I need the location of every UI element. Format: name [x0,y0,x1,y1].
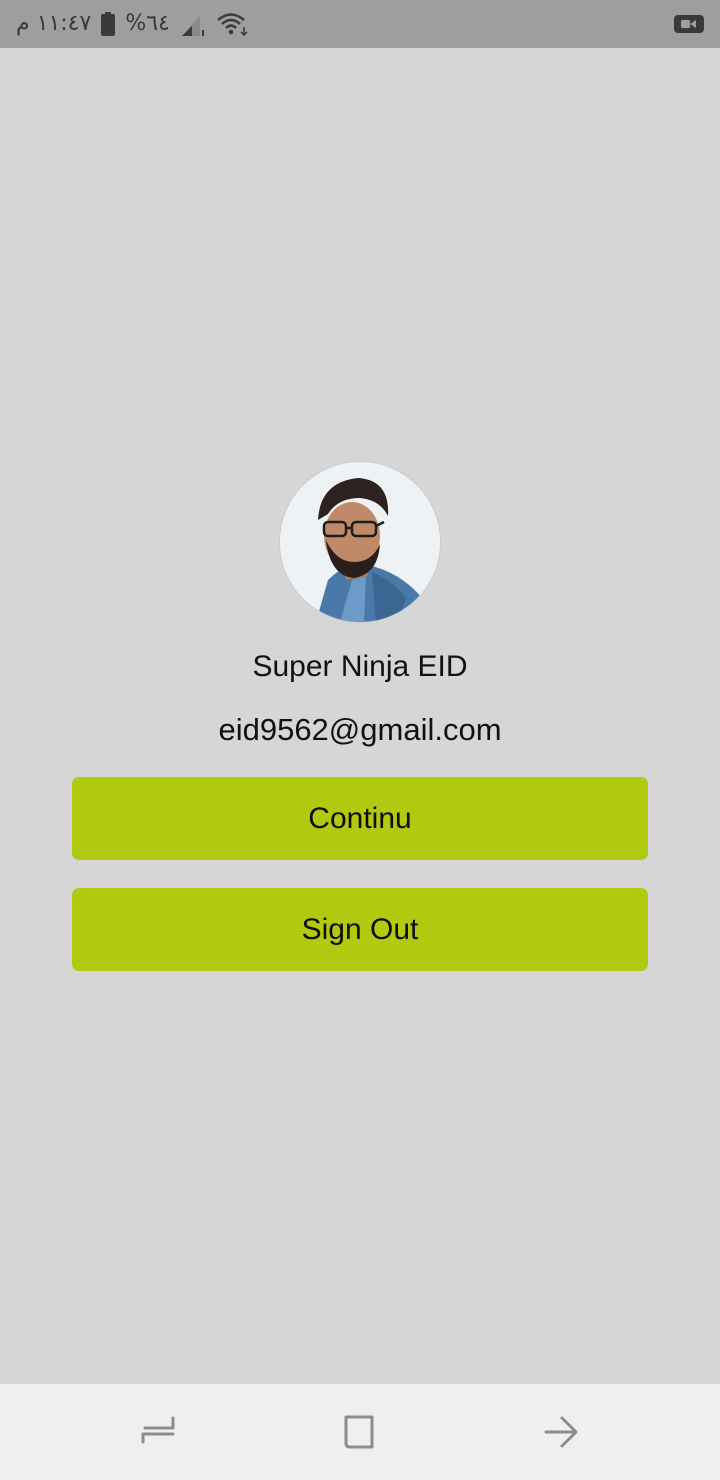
user-name: Super Ninja EID [252,650,468,683]
back-icon [544,1416,578,1448]
profile-photo [280,462,440,622]
status-left-group: ١١:٤٧ م %٦٤ [16,8,250,40]
wifi-icon [216,11,250,37]
home-icon [344,1415,374,1449]
battery-icon [101,12,116,36]
status-right-group [674,10,704,38]
sign-out-button-label: Sign Out [301,912,419,946]
status-time: ١١:٤٧ م [16,11,92,36]
continue-button-label: Continu [308,801,412,835]
battery-percent: %٦٤ [125,11,170,36]
avatar-illustration [280,462,440,622]
user-email: eid9562@gmail.com [218,712,502,747]
signal-icon [180,12,206,36]
back-button[interactable] [534,1404,590,1460]
recents-button[interactable] [131,1404,187,1460]
sign-out-button[interactable]: Sign Out [72,888,648,971]
navigation-bar [0,1384,720,1480]
recents-icon [141,1416,175,1444]
home-button[interactable] [332,1404,388,1460]
status-bar: ١١:٤٧ م %٦٤ [0,0,720,48]
continue-button[interactable]: Continu [72,777,648,860]
video-call-icon [674,13,704,35]
